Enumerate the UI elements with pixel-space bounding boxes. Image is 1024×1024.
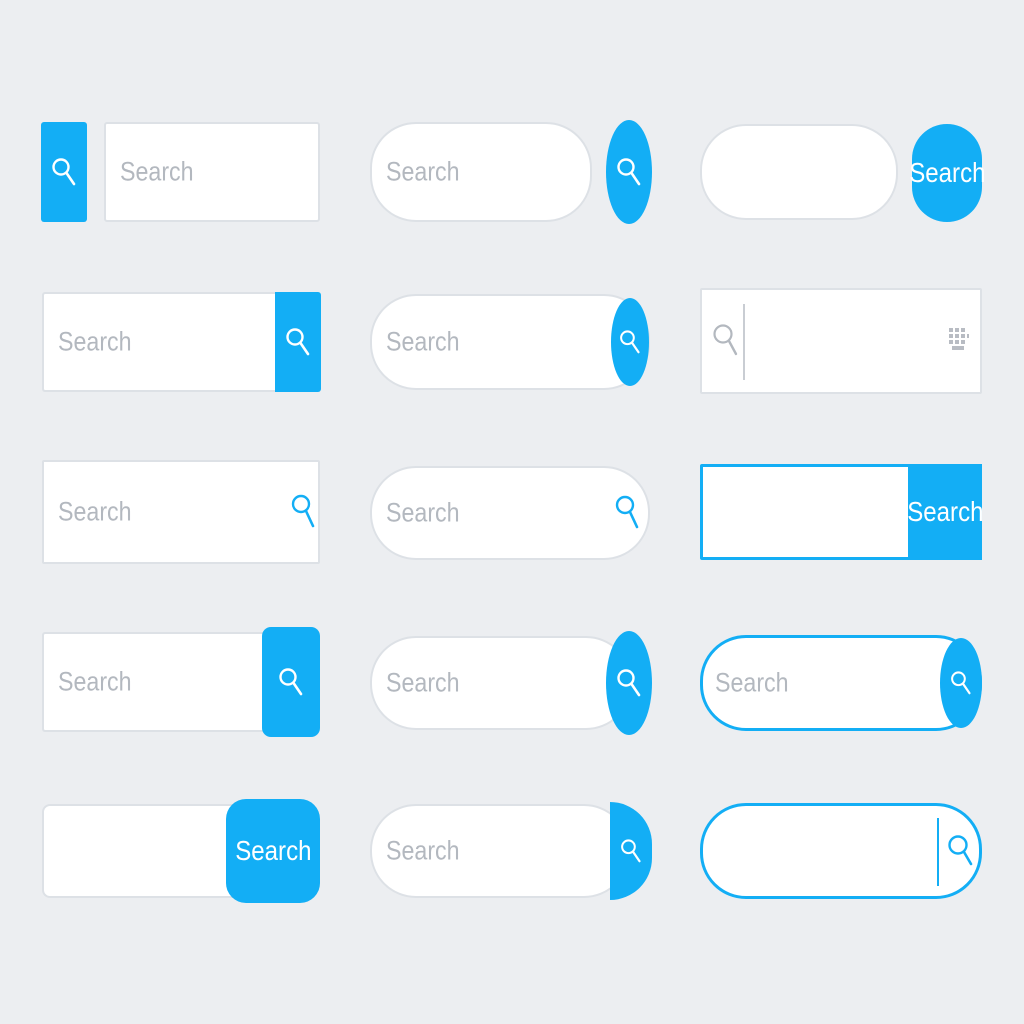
search-placeholder: Search	[386, 326, 460, 357]
search-icon	[713, 324, 738, 356]
search-icon[interactable]	[615, 493, 639, 533]
search-input-7[interactable]: Search	[42, 460, 320, 564]
search-placeholder: Search	[386, 156, 460, 187]
search-placeholder: Search	[58, 326, 132, 357]
search-icon	[279, 668, 303, 696]
search-button-label: Search	[234, 835, 312, 866]
search-input-8[interactable]: Search	[370, 466, 650, 560]
search-input-5[interactable]: Search	[370, 294, 650, 390]
text-cursor-divider	[743, 304, 745, 380]
search-input-1[interactable]: Search	[104, 122, 320, 222]
search-placeholder: Search	[386, 667, 460, 698]
search-input-2[interactable]: Search	[370, 122, 592, 222]
search-button-circle[interactable]	[606, 120, 652, 224]
search-input-11[interactable]: Search	[370, 636, 632, 730]
search-box-outlined: Search	[700, 464, 984, 560]
search-button-circle-overlap[interactable]	[606, 631, 652, 735]
search-placeholder: Search	[120, 156, 194, 187]
search-input-4[interactable]: Search	[42, 292, 278, 392]
search-input-15[interactable]	[700, 803, 982, 899]
search-placeholder: Search	[58, 666, 132, 697]
search-button-label: Search	[906, 496, 984, 527]
search-icon[interactable]	[291, 492, 315, 532]
search-placeholder: Search	[715, 667, 789, 698]
search-button-inset-circle[interactable]	[940, 638, 982, 728]
search-icon	[617, 158, 641, 186]
search-placeholder: Search	[58, 496, 132, 527]
search-icon	[52, 158, 76, 186]
search-button-rounded[interactable]	[262, 627, 320, 737]
search-icon	[951, 671, 971, 695]
search-input-9[interactable]	[703, 467, 908, 557]
search-input-10[interactable]: Search	[42, 632, 278, 732]
search-input-6[interactable]	[700, 288, 982, 394]
keyboard-icon[interactable]	[949, 328, 969, 352]
search-icon	[286, 328, 310, 356]
search-button-text[interactable]: Search	[906, 464, 984, 560]
search-button-attached[interactable]	[275, 292, 321, 392]
search-placeholder: Search	[386, 497, 460, 528]
search-button-inset-circle[interactable]	[611, 298, 649, 386]
search-icon	[621, 839, 641, 863]
search-icon	[617, 669, 641, 697]
search-button-half-round[interactable]	[610, 802, 652, 900]
search-placeholder: Search	[386, 835, 460, 866]
search-input-14[interactable]: Search	[370, 804, 630, 898]
search-input-3[interactable]	[700, 124, 898, 220]
search-button-label: Search	[908, 157, 986, 188]
search-icon	[620, 330, 640, 354]
search-input-13[interactable]	[42, 804, 256, 898]
search-button-square[interactable]	[41, 122, 87, 222]
search-divider	[937, 818, 939, 886]
search-button-text-rounded[interactable]: Search	[226, 799, 320, 903]
search-button-text-pill[interactable]: Search	[908, 124, 986, 222]
search-icon[interactable]	[947, 834, 973, 870]
